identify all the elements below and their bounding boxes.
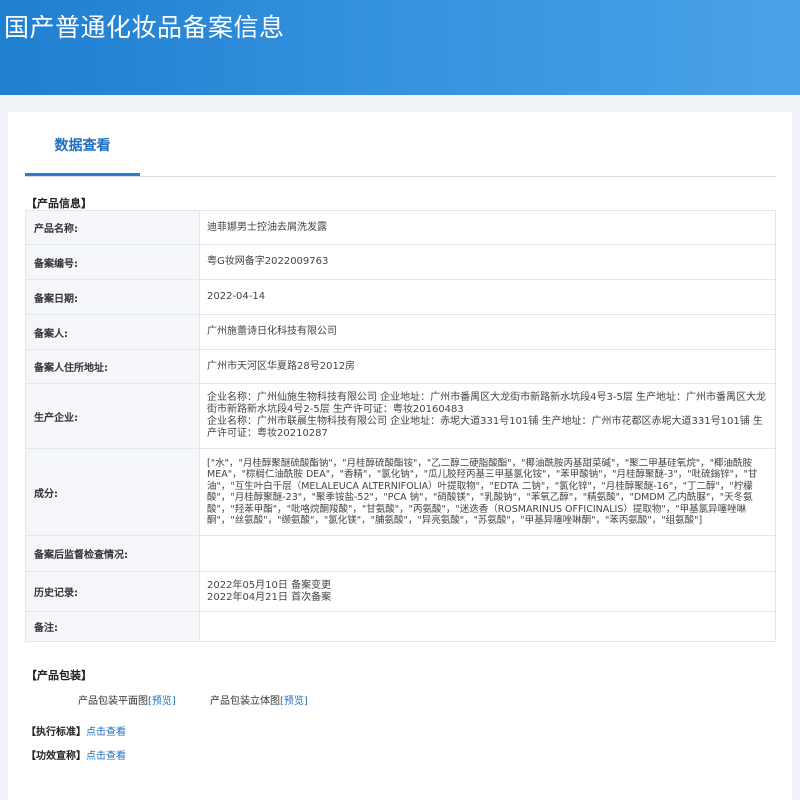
row-value-inspection <box>199 535 776 572</box>
package-flat-label: 产品包装平面图 <box>78 696 148 707</box>
section-product-package: 【产品包装】 <box>26 669 92 682</box>
row-label-filer-address: 备案人住所地址: <box>25 349 200 384</box>
row-label-ingredients: 成分: <box>25 448 200 536</box>
section-product-info: 【产品信息】 <box>26 197 92 210</box>
package-flat-preview-link[interactable]: [预览] <box>148 696 176 707</box>
row-value-record-no: 粤G妆网备字2022009763 <box>199 244 776 280</box>
package-flat-item: 产品包装平面图[预览] <box>78 692 176 707</box>
table-row: 备案人住所地址: 广州市天河区华夏路28号2012房 <box>25 349 776 384</box>
row-label-inspection: 备案后监督检查情况: <box>25 535 200 572</box>
manufacturer-entry-1: 企业名称：广州仙施生物科技有限公司 企业地址：广州市番禺区大龙街市新路新水坑段4… <box>207 392 767 415</box>
package-solid-item: 产品包装立体图[预览] <box>210 692 308 707</box>
row-value-remark <box>199 611 776 642</box>
page-header: 国产普通化妆品备案信息 <box>0 0 800 95</box>
content-panel: 数据查看 【产品信息】 产品名称: 迪菲娜男士控油去屑洗发露 备案编号: 粤G妆… <box>8 112 792 800</box>
row-value-record-date: 2022-04-14 <box>199 279 776 315</box>
table-row: 历史记录: 2022年05月10日 备案变更 2022年04月21日 首次备案 <box>25 571 776 612</box>
history-entry-1: 2022年05月10日 备案变更 <box>207 579 332 591</box>
row-value-manufacturer: 企业名称：广州仙施生物科技有限公司 企业地址：广州市番禺区大龙街市新路新水坑段4… <box>199 383 776 449</box>
row-label-history: 历史记录: <box>25 571 200 612</box>
row-value-history: 2022年05月10日 备案变更 2022年04月21日 首次备案 <box>199 571 776 612</box>
tab-bar: 数据查看 <box>25 124 776 177</box>
package-solid-label: 产品包装立体图 <box>210 696 280 707</box>
table-row: 备案后监督检查情况: <box>25 535 776 572</box>
row-label-record-date: 备案日期: <box>25 279 200 315</box>
row-value-name: 迪菲娜男士控油去屑洗发露 <box>199 210 776 245</box>
standard-view-link[interactable]: 点击查看 <box>86 727 126 738</box>
row-value-filer-address: 广州市天河区华夏路28号2012房 <box>199 349 776 384</box>
history-entry-2: 2022年04月21日 首次备案 <box>207 591 332 603</box>
row-label-filer: 备案人: <box>25 314 200 350</box>
table-row: 备案人: 广州施蕾诗日化科技有限公司 <box>25 314 776 350</box>
row-value-ingredients: ["水"，"月桂醇聚醚硫酸酯钠"，"月桂醇硫酸酯铵"，"乙二醇二硬脂酸酯"，"椰… <box>199 448 776 536</box>
table-row: 生产企业: 企业名称：广州仙施生物科技有限公司 企业地址：广州市番禺区大龙街市新… <box>25 383 776 449</box>
tab-data-view[interactable]: 数据查看 <box>25 124 140 176</box>
package-solid-preview-link[interactable]: [预览] <box>280 696 308 707</box>
section-standard: 【执行标准】 <box>26 727 86 738</box>
row-label-manufacturer: 生产企业: <box>25 383 200 449</box>
row-value-filer: 广州施蕾诗日化科技有限公司 <box>199 314 776 350</box>
row-label-remark: 备注: <box>25 611 200 642</box>
efficacy-view-link[interactable]: 点击查看 <box>86 751 126 762</box>
page-title: 国产普通化妆品备案信息 <box>4 13 285 42</box>
section-efficacy: 【功效宣称】 <box>26 751 86 762</box>
table-row: 备案编号: 粤G妆网备字2022009763 <box>25 244 776 280</box>
product-info-table: 产品名称: 迪菲娜男士控油去屑洗发露 备案编号: 粤G妆网备字202200976… <box>25 210 776 642</box>
manufacturer-entry-2: 企业名称：广州市联晨生物科技有限公司 企业地址：赤坭大道331号101铺 生产地… <box>207 416 763 439</box>
row-label-record-no: 备案编号: <box>25 244 200 280</box>
table-row: 备案日期: 2022-04-14 <box>25 279 776 315</box>
row-label-name: 产品名称: <box>25 210 200 245</box>
standard-row: 【执行标准】点击查看 <box>26 723 126 738</box>
table-row: 备注: <box>25 611 776 642</box>
table-row: 产品名称: 迪菲娜男士控油去屑洗发露 <box>25 210 776 245</box>
efficacy-row: 【功效宣称】点击查看 <box>26 747 126 762</box>
table-row: 成分: ["水"，"月桂醇聚醚硫酸酯钠"，"月桂醇硫酸酯铵"，"乙二醇二硬脂酸酯… <box>25 448 776 536</box>
